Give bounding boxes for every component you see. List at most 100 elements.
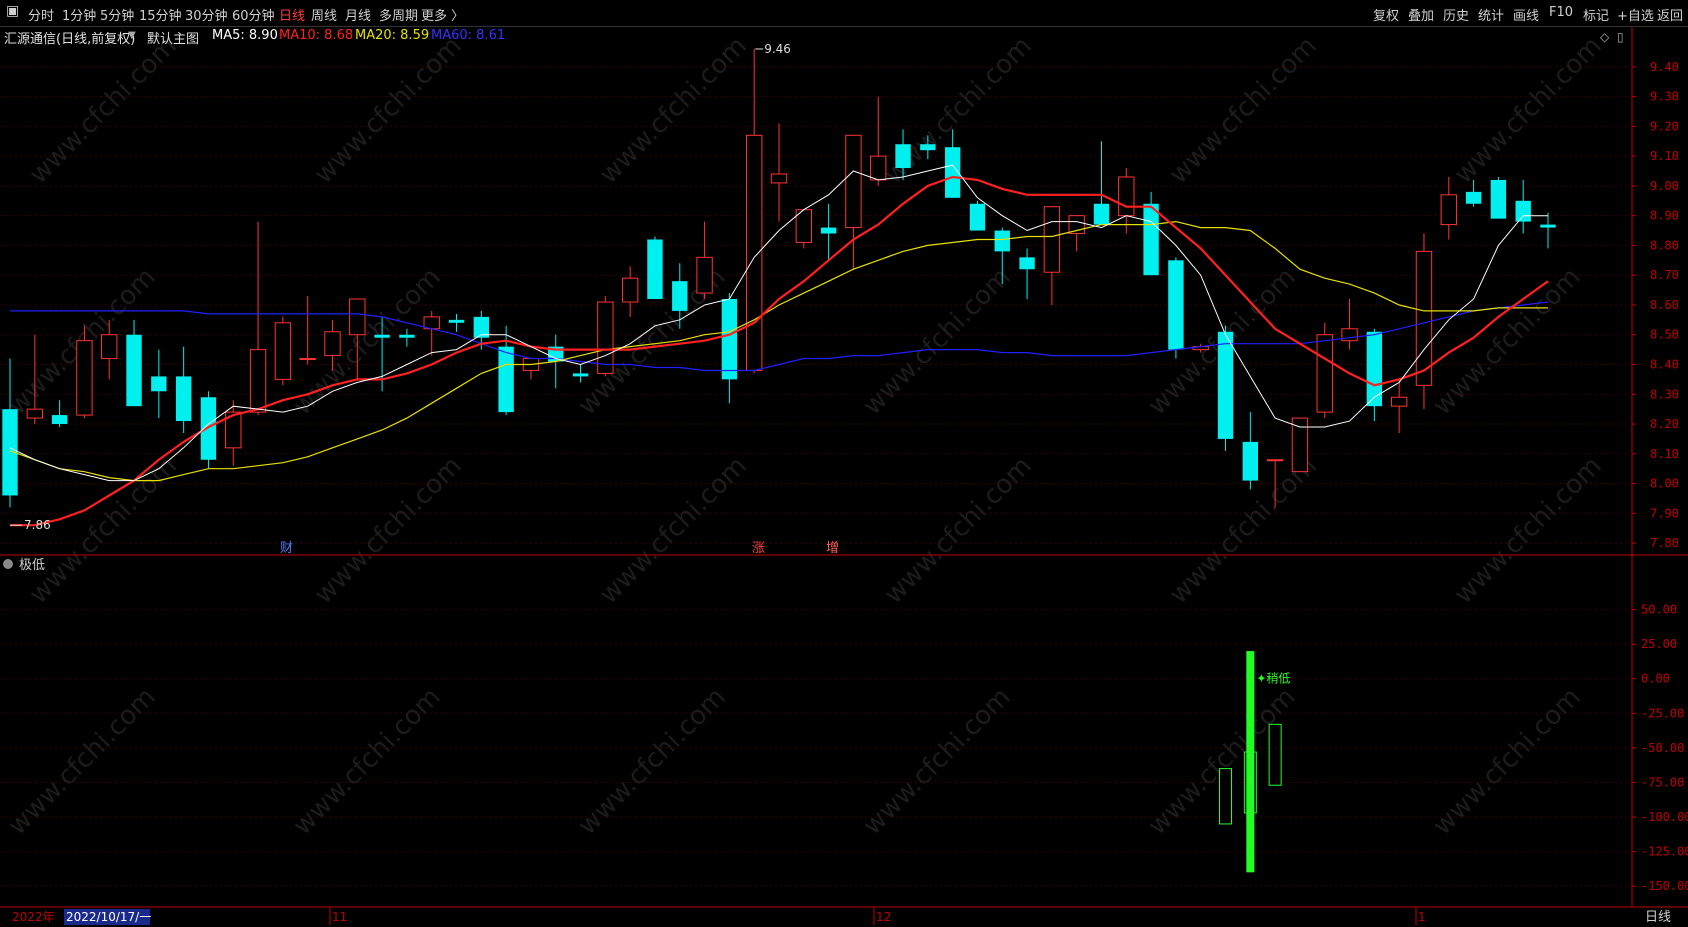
menu-icon[interactable]: ▣: [6, 3, 19, 19]
watermark-text: www.cfchi.com: [309, 31, 468, 190]
price-tick-label: 8.30: [1650, 387, 1679, 401]
candle-down: [969, 203, 986, 231]
candle-down: [1366, 331, 1383, 407]
period-tab-7[interactable]: 周线: [311, 5, 337, 24]
candle-down: [1019, 257, 1035, 270]
toolbar-button-5[interactable]: F10: [1549, 5, 1573, 20]
candle-down: [175, 376, 192, 422]
period-tab-10[interactable]: 更多 〉: [421, 5, 464, 24]
candle-up: [1390, 396, 1408, 407]
candle-down: [672, 281, 688, 311]
signal-label: ✦稍低: [1256, 672, 1290, 686]
cursor-date-label: 2022/10/17/一: [66, 910, 151, 924]
toolbar-button-7[interactable]: +自选: [1617, 5, 1654, 24]
candle-up: [597, 301, 614, 374]
candle-down: [1490, 179, 1507, 219]
period-tab-4[interactable]: 30分钟: [185, 5, 228, 24]
info-line: 汇源通信(日线,前复权) ▼ 默认主图 MA5: 8.90 MA10: 8.68…: [0, 26, 1600, 47]
candle-up: [249, 349, 267, 413]
ma5-value: MA5: 8.90: [212, 28, 278, 43]
toolbar-button-4[interactable]: 画线: [1513, 5, 1539, 24]
toolbar-button-1[interactable]: 叠加: [1408, 5, 1434, 24]
price-tick-label: 8.40: [1650, 357, 1679, 371]
main-indicator-label[interactable]: 默认主图: [147, 28, 199, 47]
toolbar-button-2[interactable]: 历史: [1443, 5, 1469, 24]
watermark-text: www.cfchi.com: [1428, 262, 1587, 421]
candle-down: [994, 230, 1010, 252]
indicator-tick-label: 50.00: [1641, 603, 1677, 617]
candle-down: [448, 319, 465, 323]
period-tab-1[interactable]: 1分钟: [62, 5, 96, 24]
kline-chart[interactable]: www.cfchi.com www.cfchi.com www.cfchi.com w…: [0, 0, 1688, 927]
candle-up: [349, 298, 366, 336]
period-tab-5[interactable]: 60分钟: [232, 5, 275, 24]
indicator-tick-label: 25.00: [1641, 637, 1677, 651]
candle-up: [621, 277, 639, 303]
watermark-text: www.cfchi.com: [594, 31, 753, 190]
indicator-axis: 50.00 25.00 0.00 -25.00 -50.00 -75.00 -100.00 -…: [0, 603, 1688, 893]
candle-down: [572, 373, 589, 377]
candle-down: [721, 299, 738, 380]
candle-up: [1118, 176, 1135, 217]
watermark-text: www.cfchi.com: [1164, 31, 1323, 190]
price-tick-label: 8.70: [1650, 268, 1679, 282]
watermark-text: www.cfchi.com: [1449, 451, 1608, 610]
candle-down: [1540, 224, 1556, 228]
candle-up: [1291, 417, 1309, 473]
price-tick-label: 8.20: [1650, 417, 1679, 431]
candle-down: [1465, 191, 1482, 204]
candle-up: [696, 256, 713, 294]
watermark-text: www.cfchi.com: [879, 451, 1038, 610]
event-marker-0: 财: [280, 541, 293, 556]
price-tick-label: 8.50: [1650, 328, 1679, 342]
watermark-text: www.cfchi.com: [288, 262, 447, 421]
dropdown-icon[interactable]: ▼: [128, 30, 136, 41]
candle-up: [1316, 334, 1333, 413]
ma20-value: MA20: 8.59: [355, 28, 430, 43]
candle-down: [1242, 441, 1259, 481]
period-tab-8[interactable]: 月线: [345, 5, 371, 24]
indicator-tick-label: -75.00: [1641, 775, 1684, 789]
ma60-value: MA60: 8.61: [431, 28, 506, 43]
period-tab-6[interactable]: 日线: [279, 5, 305, 24]
candle-up: [1043, 206, 1061, 273]
price-tick-label: 8.60: [1650, 298, 1679, 312]
period-tab-9[interactable]: 多周期: [379, 5, 418, 24]
price-tick-label: 7.90: [1650, 506, 1679, 520]
watermark-text: www.cfchi.com: [24, 31, 183, 190]
period-tab-2[interactable]: 5分钟: [100, 5, 134, 24]
candle-down: [151, 376, 167, 392]
toolbar-button-6[interactable]: 标记: [1583, 5, 1609, 24]
watermark-text: www.cfchi.com: [309, 451, 468, 610]
price-tick-label: 8.80: [1650, 238, 1679, 252]
candle-down: [1143, 203, 1159, 276]
stock-title: 汇源通信(日线,前复权): [4, 32, 136, 47]
candle-up: [324, 331, 341, 357]
candle-up: [76, 340, 93, 416]
indicator-tick-label: -125.00: [1641, 845, 1688, 859]
candle-up: [299, 358, 316, 361]
candle-down: [399, 334, 415, 338]
month-label-1: 12: [876, 910, 891, 924]
candle-down: [1217, 331, 1234, 439]
watermark-text: www.cfchi.com: [594, 451, 753, 610]
watermark-text: www.cfchi.com: [858, 262, 1017, 421]
price-tick-label: 9.40: [1650, 60, 1679, 74]
toolbar-button-0[interactable]: 复权: [1373, 5, 1399, 24]
indicator-tick-label: -100.00: [1641, 810, 1688, 824]
candle-down: [200, 397, 217, 460]
toolbar-button-8[interactable]: 返回: [1657, 5, 1683, 24]
price-tick-label: 9.10: [1650, 149, 1679, 163]
period-tab-0[interactable]: 分时: [28, 5, 54, 24]
candle-up: [101, 334, 118, 360]
candle-up: [26, 408, 43, 419]
candle-up: [845, 134, 862, 229]
price-tick-label: 8.00: [1650, 477, 1679, 491]
period-button[interactable]: 日线: [1645, 910, 1671, 925]
candle-down: [374, 334, 390, 338]
candle-down: [895, 144, 911, 169]
sub-panel-title: 极低: [19, 558, 45, 573]
indicator-tick-label: 0.00: [1641, 672, 1670, 686]
period-tab-3[interactable]: 15分钟: [139, 5, 182, 24]
toolbar-button-3[interactable]: 统计: [1478, 5, 1504, 24]
